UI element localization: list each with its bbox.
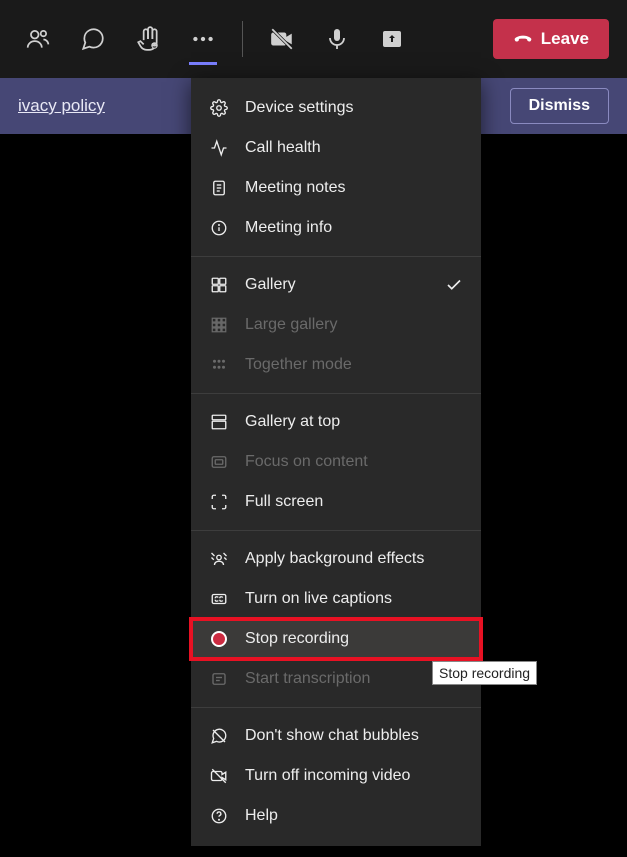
help-icon [209,806,229,826]
menu-label: Device settings [245,99,354,117]
info-icon [209,218,229,238]
menu-together-mode: Together mode [191,345,481,385]
menu-gallery[interactable]: Gallery [191,265,481,305]
chat-off-icon [209,726,229,746]
video-off-icon [209,766,229,786]
checkmark-icon [445,276,463,294]
menu-dont-show-chat-bubbles[interactable]: Don't show chat bubbles [191,716,481,756]
menu-stop-recording[interactable]: Stop recording [191,619,481,659]
menu-help[interactable]: Help [191,796,481,836]
menu-label: Focus on content [245,453,368,471]
menu-gallery-at-top[interactable]: Gallery at top [191,402,481,442]
leave-label: Leave [541,29,589,49]
meeting-topbar: Leave [0,0,627,78]
menu-separator [191,393,481,394]
menu-meeting-notes[interactable]: Meeting notes [191,168,481,208]
menu-label: Gallery at top [245,413,340,431]
menu-label: Turn off incoming video [245,767,410,785]
menu-label: Stop recording [245,630,349,648]
tooltip: Stop recording [432,661,537,685]
menu-label: Help [245,807,278,825]
menu-label: Meeting notes [245,179,346,197]
menu-label: Meeting info [245,219,332,237]
menu-label: Don't show chat bubbles [245,727,419,745]
menu-label: Start transcription [245,670,370,688]
microphone-icon[interactable] [317,19,357,59]
record-icon [209,629,229,649]
large-grid-icon [209,315,229,335]
menu-call-health[interactable]: Call health [191,128,481,168]
camera-off-icon[interactable] [262,19,302,59]
separator [242,21,243,57]
menu-focus-on-content: Focus on content [191,442,481,482]
gear-icon [209,98,229,118]
menu-label: Together mode [245,356,352,374]
raise-hand-icon[interactable] [128,19,168,59]
activity-icon [209,138,229,158]
menu-turn-off-incoming-video[interactable]: Turn off incoming video [191,756,481,796]
hangup-icon [513,29,533,49]
grid-icon [209,275,229,295]
captions-icon [209,589,229,609]
share-screen-icon[interactable] [372,19,412,59]
menu-meeting-info[interactable]: Meeting info [191,208,481,248]
together-icon [209,355,229,375]
focus-icon [209,452,229,472]
notes-icon [209,178,229,198]
chat-icon[interactable] [73,19,113,59]
menu-device-settings[interactable]: Device settings [191,88,481,128]
menu-label: Apply background effects [245,550,424,568]
more-actions-menu: Device settings Call health Meeting note… [191,78,481,846]
menu-label: Call health [245,139,321,157]
menu-separator [191,256,481,257]
fullscreen-icon [209,492,229,512]
menu-apply-background-effects[interactable]: Apply background effects [191,539,481,579]
menu-label: Gallery [245,276,296,294]
menu-label: Turn on live captions [245,590,392,608]
dismiss-button[interactable]: Dismiss [510,88,609,124]
menu-label: Large gallery [245,316,338,334]
transcription-icon [209,669,229,689]
menu-label: Full screen [245,493,323,511]
menu-large-gallery: Large gallery [191,305,481,345]
people-icon[interactable] [18,19,58,59]
menu-separator [191,530,481,531]
gallery-top-icon [209,412,229,432]
menu-separator [191,707,481,708]
menu-full-screen[interactable]: Full screen [191,482,481,522]
more-actions-button[interactable] [183,19,223,59]
background-effects-icon [209,549,229,569]
privacy-policy-link[interactable]: ivacy policy [18,96,105,116]
leave-button[interactable]: Leave [493,19,609,59]
menu-turn-on-live-captions[interactable]: Turn on live captions [191,579,481,619]
